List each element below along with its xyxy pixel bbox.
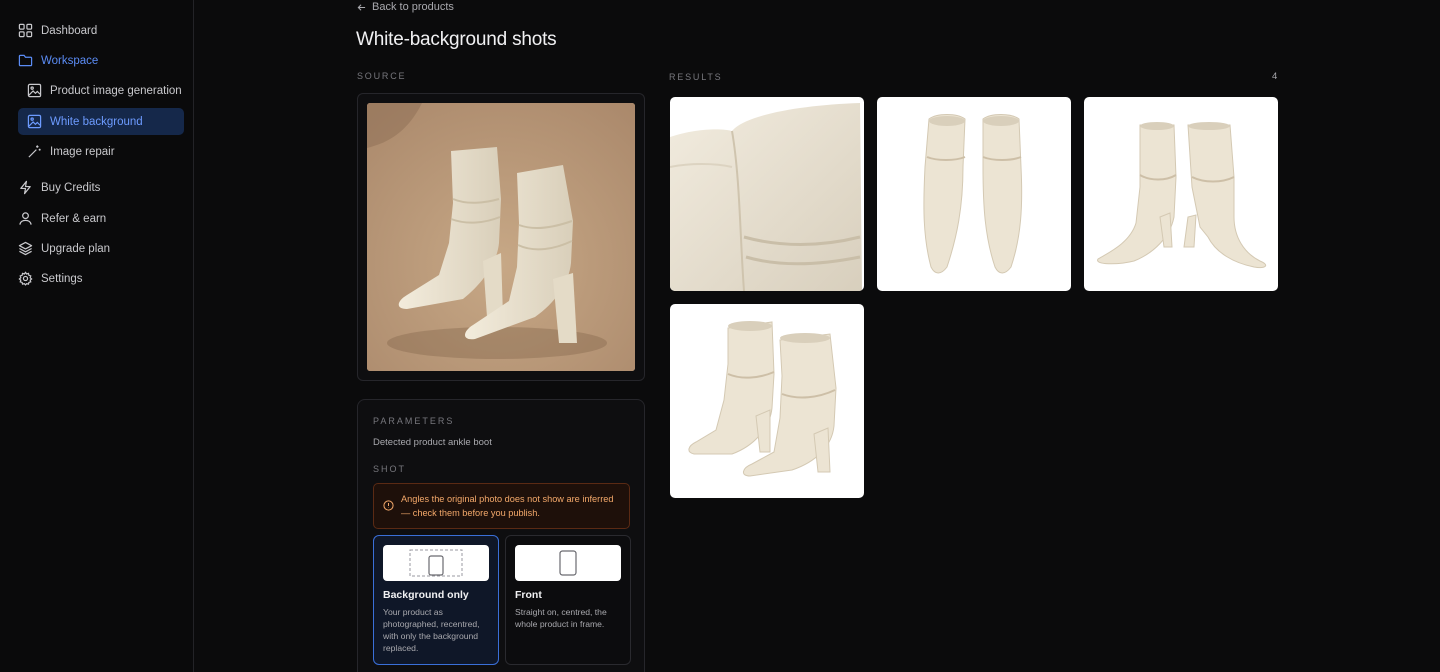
source-label: SOURCE	[357, 71, 407, 81]
parameters-panel: PARAMETERS Detected product ankle boot S…	[357, 399, 645, 672]
magic-wand-icon	[28, 145, 41, 158]
result-photo	[923, 114, 1023, 274]
shot-option-front[interactable]: Front Straight on, centred, the whole pr…	[505, 535, 631, 665]
option-description: Straight on, centred, the whole product …	[515, 607, 607, 629]
grid-icon	[18, 23, 33, 38]
sidebar-item-label: White background	[50, 115, 143, 128]
result-image-4[interactable]	[670, 304, 864, 498]
sidebar-item-label: Workspace	[41, 54, 99, 67]
option-thumbnail	[383, 545, 489, 581]
option-description: Your product as photographed, recentred,…	[383, 607, 480, 653]
back-link-label: Back to products	[372, 1, 454, 13]
source-photo	[367, 103, 635, 371]
sidebar-item-product-image-generation[interactable]: Product image generation	[18, 77, 184, 104]
crop-frame-icon	[409, 549, 463, 577]
layers-icon	[18, 241, 33, 256]
warning-text: Angles the original photo does not show …	[401, 494, 614, 518]
image-icon	[27, 83, 42, 98]
sidebar-item-refer-earn[interactable]: Refer & earn	[18, 205, 184, 232]
source-image[interactable]	[367, 103, 635, 371]
sidebar-item-upgrade-plan[interactable]: Upgrade plan	[18, 235, 184, 262]
gear-icon	[18, 271, 33, 286]
portrait-frame-icon	[559, 550, 577, 576]
parameters-title: PARAMETERS	[373, 416, 455, 426]
arrow-left-icon	[357, 3, 366, 11]
sidebar-item-image-repair[interactable]: Image repair	[18, 138, 184, 165]
sidebar-item-label: Product image generation	[50, 84, 182, 97]
option-title: Front	[515, 589, 542, 601]
image-icon	[27, 114, 42, 129]
result-image-2[interactable]	[877, 97, 1071, 291]
sidebar-item-label: Refer & earn	[41, 212, 107, 225]
inferred-angles-warning: Angles the original photo does not show …	[373, 483, 630, 529]
sidebar-item-settings[interactable]: Settings	[18, 265, 184, 292]
sidebar-item-workspace[interactable]: Workspace	[18, 47, 184, 74]
sidebar-item-label: Buy Credits	[41, 181, 101, 194]
result-photo	[670, 103, 862, 291]
app-root: Dashboard Workspace Product image genera…	[0, 0, 1440, 672]
sidebar-item-white-background[interactable]: White background	[18, 108, 184, 135]
sidebar-item-label: Settings	[41, 272, 83, 285]
page-title: White-background shots	[356, 29, 557, 50]
result-image-3[interactable]	[1084, 97, 1278, 291]
sidebar-item-label: Image repair	[50, 145, 115, 158]
detected-product: Detected product ankle boot	[373, 437, 492, 448]
sidebar-item-dashboard[interactable]: Dashboard	[18, 17, 184, 44]
option-thumbnail	[515, 545, 621, 581]
sidebar: Dashboard Workspace Product image genera…	[0, 0, 194, 672]
shot-option-background-only[interactable]: Background only Your product as photogra…	[373, 535, 499, 665]
shot-label: SHOT	[373, 464, 407, 474]
results-count: 4	[1272, 71, 1278, 82]
sidebar-item-buy-credits[interactable]: Buy Credits	[18, 174, 184, 201]
option-title: Background only	[383, 589, 469, 601]
result-image-1[interactable]	[670, 97, 864, 291]
user-icon	[19, 212, 32, 225]
lightning-icon	[20, 180, 31, 195]
sidebar-item-label: Dashboard	[41, 24, 98, 37]
results-label: RESULTS	[669, 72, 723, 82]
result-photo	[1097, 122, 1267, 268]
info-circle-icon	[383, 500, 394, 511]
folder-icon	[18, 54, 33, 67]
result-photo	[688, 321, 837, 477]
source-card	[357, 93, 645, 381]
back-link[interactable]: Back to products	[357, 1, 454, 13]
sidebar-item-label: Upgrade plan	[41, 242, 111, 255]
